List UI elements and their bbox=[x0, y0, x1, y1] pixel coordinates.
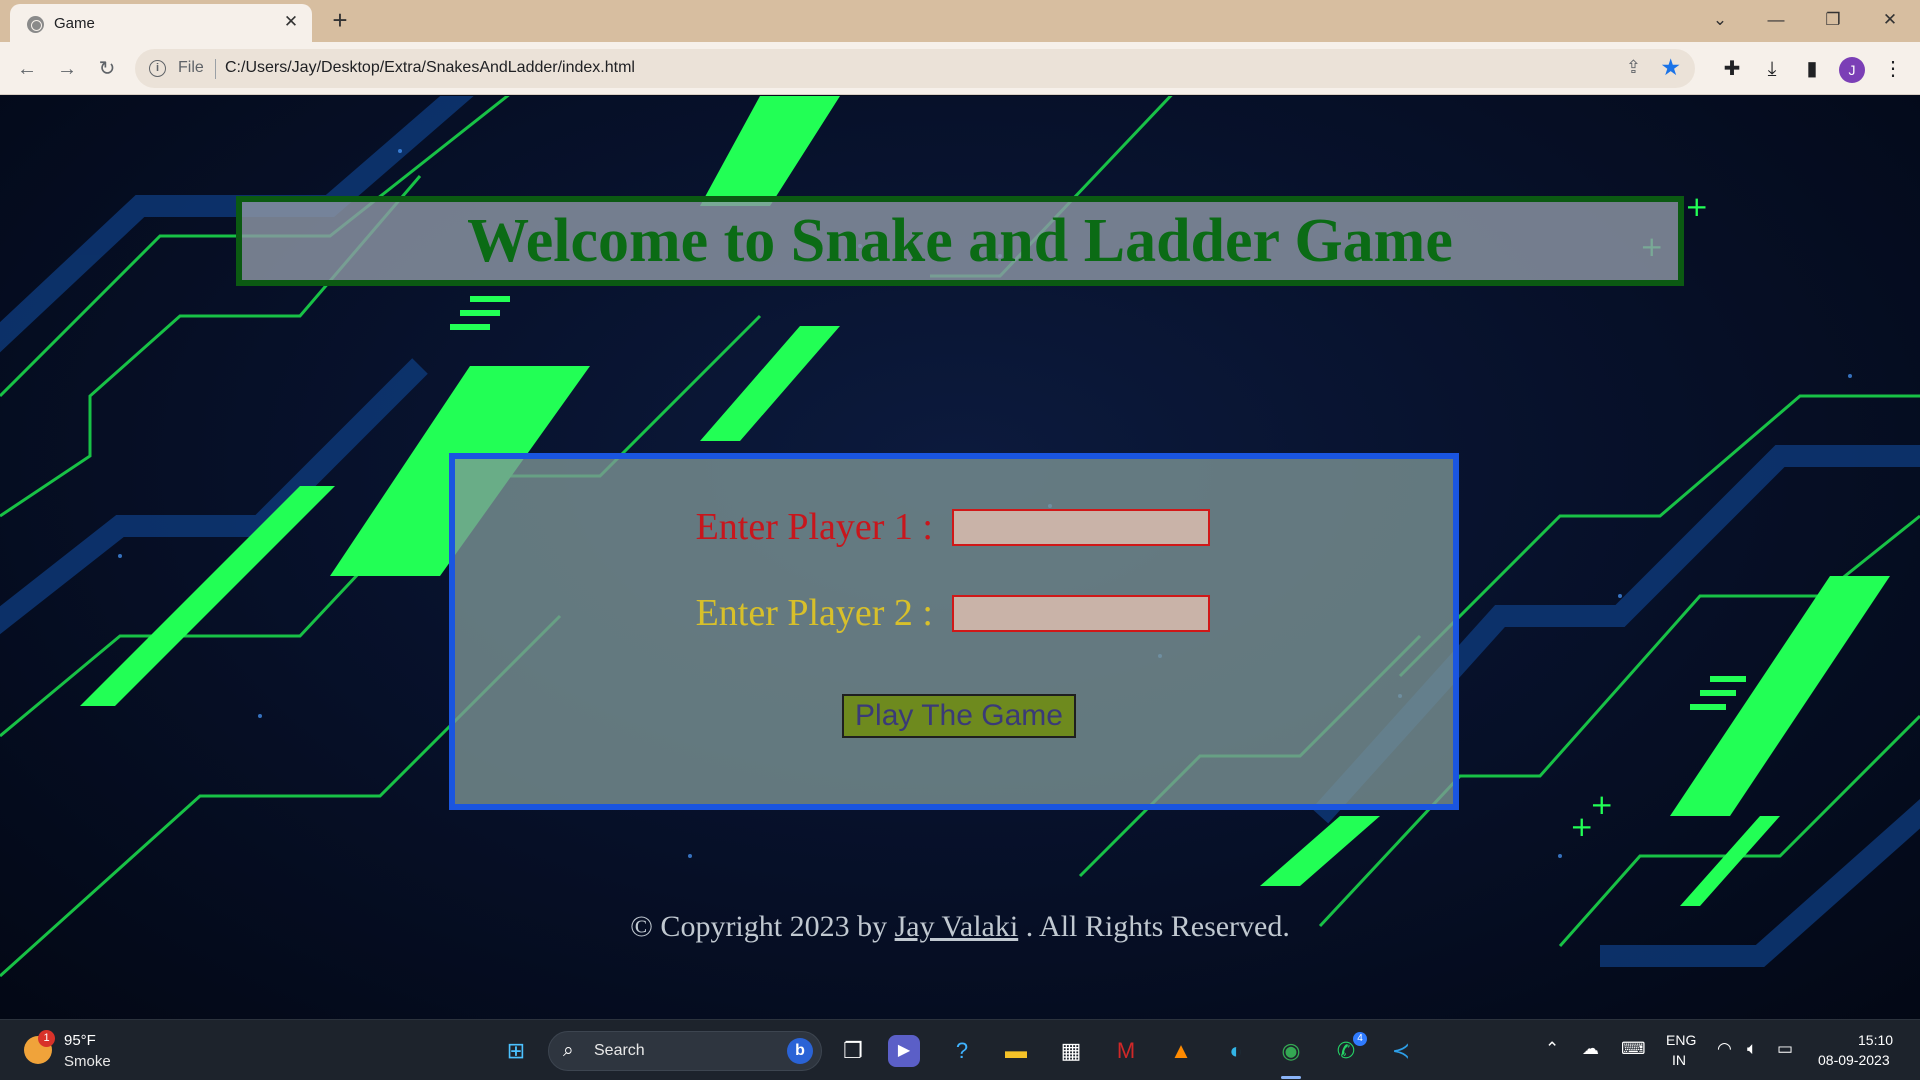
player1-input[interactable] bbox=[952, 509, 1210, 546]
author-link[interactable]: Jay Valaki bbox=[895, 910, 1019, 943]
clock-date[interactable]: 08-09-2023 bbox=[1818, 1052, 1890, 1068]
forward-arrow-icon[interactable]: → bbox=[52, 54, 82, 84]
share-icon[interactable]: ⇪ bbox=[1626, 57, 1641, 78]
page-title: Welcome to Snake and Ladder Game bbox=[467, 207, 1453, 275]
battery-icon[interactable]: ▭ bbox=[1777, 1039, 1793, 1059]
copilot-icon[interactable]: ? bbox=[944, 1033, 980, 1069]
back-arrow-icon[interactable]: ← bbox=[12, 54, 42, 84]
search-label: Search bbox=[594, 1042, 645, 1059]
edge-icon[interactable]: ◐ bbox=[1218, 1033, 1254, 1069]
windows-taskbar: 1 95°F Smoke ⊞ ⌕ Search b ❐ ▶ ? ▬ ▦ M ▲ … bbox=[0, 1019, 1920, 1080]
address-bar[interactable]: i File C:/Users/Jay/Desktop/Extra/Snakes… bbox=[135, 49, 1695, 88]
page-viewport: + + + + Welcome to Snake and Ladder Game… bbox=[0, 96, 1920, 1019]
chrome-active-indicator bbox=[1281, 1076, 1301, 1079]
svg-text:+: + bbox=[1685, 190, 1708, 223]
weather-temperature[interactable]: 95°F bbox=[64, 1032, 96, 1049]
svg-text:+: + bbox=[1570, 810, 1593, 843]
player1-label: Enter Player 1 : bbox=[695, 506, 933, 548]
globe-icon bbox=[27, 16, 44, 33]
footer-copyright: © Copyright 2023 by Jay Valaki . All Rig… bbox=[0, 910, 1920, 944]
player-form: Enter Player 1 : Enter Player 2 : Play T… bbox=[449, 453, 1459, 810]
download-icon[interactable]: ⤓ bbox=[1757, 54, 1787, 84]
menu-icon[interactable]: ⋮ bbox=[1878, 54, 1908, 84]
footer-suffix: . All Rights Reserved. bbox=[1025, 910, 1290, 943]
browser-toolbar: ← → ↻ i File C:/Users/Jay/Desktop/Extra/… bbox=[0, 42, 1920, 95]
restore-button[interactable]: ❐ bbox=[1805, 0, 1861, 42]
player2-label: Enter Player 2 : bbox=[695, 592, 933, 634]
svg-text:+: + bbox=[1590, 788, 1613, 821]
mcafee-icon[interactable]: M bbox=[1108, 1033, 1144, 1069]
tab-title: Game bbox=[54, 15, 95, 32]
whatsapp-badge: 4 bbox=[1353, 1032, 1367, 1046]
close-window-button[interactable]: ✕ bbox=[1862, 0, 1918, 42]
language-line2[interactable]: IN bbox=[1672, 1052, 1686, 1068]
store-icon[interactable]: ▦ bbox=[1053, 1033, 1089, 1069]
url-text[interactable]: C:/Users/Jay/Desktop/Extra/SnakesAndLadd… bbox=[225, 59, 635, 77]
chrome-icon[interactable]: ◉ bbox=[1273, 1033, 1309, 1069]
reload-icon[interactable]: ↻ bbox=[92, 54, 122, 84]
extensions-icon[interactable]: ✚ bbox=[1717, 54, 1747, 84]
tab-close-icon[interactable]: ✕ bbox=[280, 11, 302, 33]
weather-condition[interactable]: Smoke bbox=[64, 1053, 111, 1070]
new-tab-button[interactable]: + bbox=[326, 7, 354, 35]
player2-input[interactable] bbox=[952, 595, 1210, 632]
weather-badge: 1 bbox=[38, 1030, 55, 1047]
bing-icon[interactable]: b bbox=[787, 1038, 813, 1064]
footer-prefix: © Copyright 2023 by bbox=[630, 910, 888, 943]
vscode-icon[interactable]: ≺ bbox=[1383, 1033, 1419, 1069]
sidepanel-icon[interactable]: ▮ bbox=[1797, 54, 1827, 84]
vlc-icon[interactable]: ▲ bbox=[1163, 1033, 1199, 1069]
welcome-banner: Welcome to Snake and Ladder Game bbox=[236, 196, 1684, 286]
start-icon[interactable]: ⊞ bbox=[498, 1033, 534, 1069]
minimize-button[interactable]: — bbox=[1748, 0, 1804, 42]
task-view-icon[interactable]: ❐ bbox=[835, 1033, 871, 1069]
url-separator bbox=[215, 59, 216, 79]
keyboard-icon[interactable]: ⌨ bbox=[1621, 1039, 1646, 1059]
file-explorer-icon[interactable]: ▬ bbox=[998, 1033, 1034, 1069]
star-icon[interactable]: ★ bbox=[1660, 54, 1681, 81]
taskbar-search[interactable]: ⌕ Search b bbox=[548, 1031, 822, 1071]
play-game-button[interactable]: Play The Game bbox=[842, 694, 1076, 738]
profile-avatar[interactable]: J bbox=[1839, 57, 1865, 83]
wifi-icon[interactable]: ◠ bbox=[1717, 1039, 1732, 1059]
volume-icon[interactable]: 🔈︎ bbox=[1747, 1039, 1757, 1059]
tab-search-dropdown-icon[interactable]: ⌄ bbox=[1692, 0, 1748, 42]
url-scheme-label: File bbox=[178, 59, 204, 76]
onedrive-icon[interactable]: ☁ bbox=[1582, 1039, 1599, 1059]
browser-tab[interactable]: Game ✕ bbox=[10, 4, 312, 42]
clock-time[interactable]: 15:10 bbox=[1858, 1032, 1893, 1048]
info-icon[interactable]: i bbox=[149, 60, 166, 77]
search-icon: ⌕ bbox=[563, 1040, 574, 1061]
browser-tabstrip: Game ✕ + ⌄ — ❐ ✕ bbox=[0, 0, 1920, 42]
language-line1[interactable]: ENG bbox=[1666, 1032, 1696, 1048]
teams-icon[interactable]: ▶ bbox=[888, 1035, 920, 1067]
chevron-up-icon[interactable]: ⌃ bbox=[1545, 1039, 1559, 1059]
